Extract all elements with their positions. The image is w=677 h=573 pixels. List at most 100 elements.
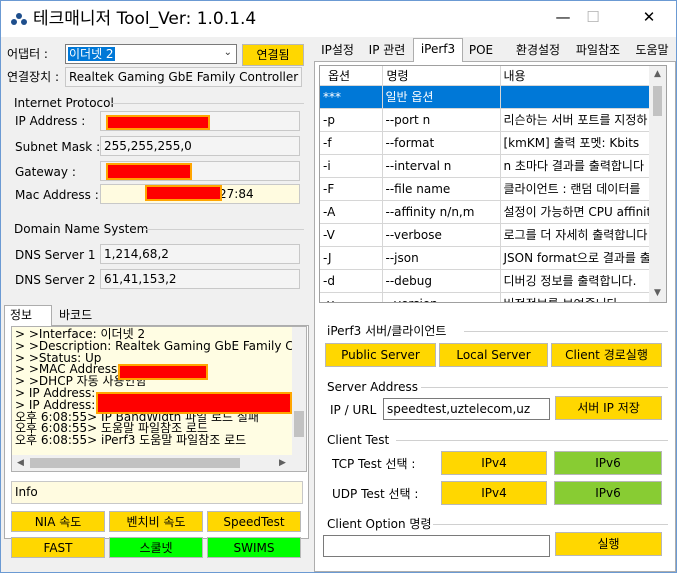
device-field: Realtek Gaming GbE Family Controller [65, 67, 302, 87]
adapter-label: 어댑터 : [7, 47, 48, 61]
local-server-button[interactable]: Local Server [439, 343, 548, 367]
schoolnet-button[interactable]: 스쿨넷 [109, 537, 203, 558]
run-button[interactable]: 실행 [555, 532, 662, 556]
header-description[interactable]: 내용 [500, 66, 652, 86]
option-cell: *** [320, 85, 383, 109]
nia-speed-button[interactable]: NIA 속도 [11, 511, 105, 532]
benchbee-speed-button[interactable]: 벤치비 속도 [109, 511, 203, 532]
scroll-right-icon[interactable]: ▶ [274, 455, 291, 471]
command-cell: --json [382, 246, 501, 270]
dns2-label: DNS Server 2 : [15, 273, 104, 287]
client-path-run-button[interactable]: Client 경로실행 [551, 343, 662, 367]
swims-button[interactable]: SWIMS [207, 537, 301, 558]
app-logo-icon [11, 13, 27, 25]
command-cell: --interval n [382, 154, 501, 178]
server-url-input[interactable]: speedtest,uztelecom,uz [383, 398, 550, 420]
tab-file-reference[interactable]: 파일참조 [570, 40, 626, 61]
option-table-scrollbar[interactable]: ▲ ▼ [649, 66, 666, 302]
dns1-label: DNS Server 1 : [15, 248, 104, 262]
tcp-ipv4-button[interactable]: IPv4 [441, 451, 547, 475]
scroll-left-icon[interactable]: ◀ [12, 455, 29, 471]
command-cell: --file name [382, 177, 501, 201]
description-cell: JSON format으로 결과를 출 [500, 246, 652, 270]
option-cell: -d [320, 269, 383, 293]
client-option-title: Client Option 명령 [327, 517, 432, 531]
description-cell: 디버깅 정보를 출력합니다. [500, 269, 652, 293]
option-cell: -f [320, 131, 383, 155]
mac-address-redaction [145, 185, 222, 201]
info-field: Info [11, 481, 303, 504]
command-cell: --verbose [382, 223, 501, 247]
ip-group-line [111, 103, 304, 104]
tab-help[interactable]: 도움말 [629, 40, 675, 61]
option-row[interactable]: -d --debug 디버깅 정보를 출력합니다. [320, 269, 652, 293]
description-cell: n 초마다 결과를 출력합니다 [500, 154, 652, 178]
option-row[interactable]: *** 일반 옵션 [320, 85, 652, 109]
command-cell: --affinity n/n,m [382, 200, 501, 224]
option-cell: -J [320, 246, 383, 270]
close-button[interactable]: ✕ [626, 1, 672, 33]
command-cell: --version [382, 292, 501, 302]
mac-address-label: Mac Address : [15, 188, 99, 202]
tab-ip-settings[interactable]: IP설정 [315, 40, 360, 61]
public-server-button[interactable]: Public Server [325, 343, 436, 367]
scroll-down-icon[interactable]: ▼ [649, 285, 666, 302]
udp-test-label: UDP Test 선택 : [332, 487, 419, 501]
option-row[interactable]: -i --interval nn 초마다 결과를 출력합니다 [320, 154, 652, 178]
speedtest-button[interactable]: SpeedTest [207, 511, 301, 532]
option-row[interactable]: -v--version버전정보를 보여줍니다 [320, 292, 652, 302]
option-table-header: 옵션 명령 내용 [320, 66, 652, 86]
option-row[interactable]: -A --affinity n/n,m 설정이 가능하면 CPU affinit [320, 200, 652, 224]
dns2-field: 61,41,153,2 [100, 269, 300, 289]
ip-url-label: IP / URL [330, 403, 377, 417]
ip-address-label: IP Address : [15, 114, 86, 128]
option-row[interactable]: -J --json JSON format으로 결과를 출 [320, 246, 652, 270]
device-label: 연결장치 : [7, 70, 60, 84]
log-vertical-scrollbar[interactable] [292, 327, 306, 455]
log-hscroll-thumb[interactable] [30, 458, 240, 468]
udp-ipv6-button[interactable]: IPv6 [554, 481, 662, 505]
fast-button[interactable]: FAST [11, 537, 105, 558]
log-ip-redaction [96, 392, 292, 414]
description-cell: [kmKM] 출력 포멧: Kbits [500, 131, 652, 155]
dns-group-title: Domain Name System [14, 222, 149, 236]
tab-info[interactable]: 정보 [4, 305, 52, 326]
tab-iperf3[interactable]: iPerf3 [413, 38, 463, 62]
gateway-label: Gateway : [15, 165, 76, 179]
description-cell: 클라이언트 : 랜덤 데이터를 [500, 177, 652, 201]
tab-preferences[interactable]: 환경설정 [509, 40, 567, 61]
tab-poe[interactable]: POE [465, 40, 497, 61]
option-table[interactable]: 옵션 명령 내용 *** 일반 옵션 -p --port n 리슨하는 서버 포트를 지… [319, 65, 667, 303]
save-server-ip-button[interactable]: 서버 IP 저장 [555, 396, 662, 420]
header-command[interactable]: 명령 [382, 66, 501, 86]
tab-ip-related[interactable]: IP 관련 [362, 40, 412, 61]
log-horizontal-scrollbar[interactable]: ◀ ▶ [12, 455, 306, 471]
tcp-test-label: TCP Test 선택 : [332, 457, 416, 471]
option-scroll-thumb[interactable] [653, 86, 662, 116]
iperf-group-line [464, 331, 668, 332]
scroll-up-icon[interactable]: ▲ [649, 66, 666, 83]
tab-barcode[interactable]: 바코드 [54, 307, 102, 326]
log-scroll-thumb[interactable] [294, 411, 304, 437]
server-address-title: Server Address [327, 380, 418, 394]
client-option-input[interactable] [323, 535, 550, 557]
connection-status-button[interactable]: 연결됨 [242, 44, 304, 66]
dns1-field: 1,214,68,2 [100, 244, 300, 264]
adapter-select[interactable]: 이더넷 2 ⌄ [65, 44, 237, 64]
header-option[interactable]: 옵션 [320, 66, 383, 86]
option-row[interactable]: -F --file name 클라이언트 : 랜덤 데이터를 [320, 177, 652, 201]
udp-ipv4-button[interactable]: IPv4 [441, 481, 547, 505]
option-row[interactable]: -f --format [kmKM] 출력 포멧: Kbits [320, 131, 652, 155]
subnet-mask-label: Subnet Mask : [15, 140, 101, 154]
option-row[interactable]: -V --verbose 로그를 더 자세히 출력합니다 [320, 223, 652, 247]
window-title: 테크매니저 Tool_Ver: 1.0.1.4 [33, 9, 257, 29]
client-option-line [433, 524, 668, 525]
option-row[interactable]: -p --port n 리슨하는 서버 포트를 지정하 [320, 108, 652, 132]
tcp-ipv6-button[interactable]: IPv6 [554, 451, 662, 475]
maximize-button[interactable]: ☐ [570, 1, 616, 33]
ip-group-title: Internet Protocol [14, 96, 114, 110]
client-test-line [396, 440, 668, 441]
description-cell: 로그를 더 자세히 출력합니다 [500, 223, 652, 247]
command-cell: 일반 옵션 [382, 85, 501, 109]
option-cell: -V [320, 223, 383, 247]
